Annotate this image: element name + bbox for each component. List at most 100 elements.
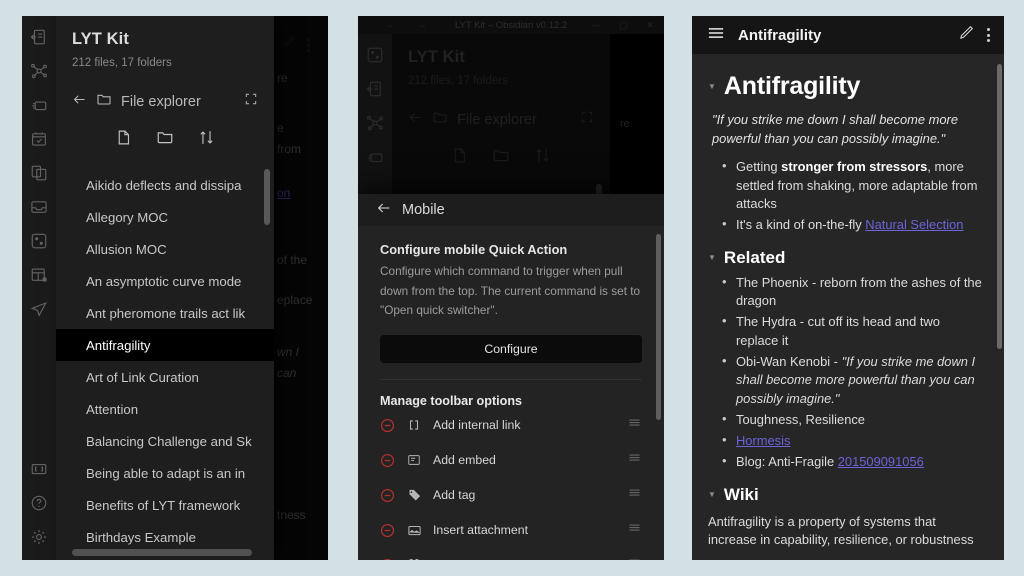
close-icon[interactable]: ✕ <box>646 20 654 31</box>
window-title: LYT Kit – Obsidian v0.12.2 <box>454 19 568 31</box>
copy-documents-icon[interactable] <box>30 164 48 182</box>
back-arrow-icon[interactable] <box>72 92 87 112</box>
settings-scrollbar[interactable] <box>656 234 661 421</box>
collapse-caret-icon[interactable]: ▼ <box>708 82 716 91</box>
expand-icon[interactable] <box>244 92 258 111</box>
cards-stack-icon[interactable] <box>366 148 384 166</box>
toolbar-option-row[interactable]: Add embed <box>380 443 642 478</box>
explorer-toolbar[interactable] <box>56 112 274 163</box>
file-list-hscrollbar[interactable] <box>72 549 252 556</box>
internal-link[interactable]: Hormesis <box>736 433 790 448</box>
internal-link[interactable]: Natural Selection <box>865 217 963 232</box>
window-controls[interactable]: — ▢ ✕ <box>592 20 654 31</box>
file-list[interactable]: Aikido deflects and dissipa Allegory MOC… <box>56 163 274 560</box>
toolbar-option-label: Toggle heading <box>433 558 616 560</box>
drag-handle-icon[interactable] <box>627 520 642 540</box>
new-note-icon[interactable] <box>115 129 132 151</box>
more-options-icon[interactable] <box>987 28 990 42</box>
toolbar-option-row[interactable]: Insert attachment <box>380 513 642 548</box>
inbox-tray-icon[interactable] <box>30 198 48 216</box>
screenshot-stage: re e from on of the eplace wn I can tnes… <box>0 0 1024 576</box>
quick-switcher-icon[interactable] <box>30 28 48 46</box>
nav-forward-icon[interactable]: → <box>418 20 428 31</box>
list-item[interactable]: Balancing Challenge and Sk <box>56 425 274 457</box>
table-grid-icon[interactable] <box>30 266 48 284</box>
drag-handle-icon[interactable] <box>627 485 642 505</box>
panel-mobile-settings: ← → LYT Kit – Obsidian v0.12.2 — ▢ ✕ LYT… <box>358 16 664 560</box>
list-item[interactable]: Attention <box>56 393 274 425</box>
file-explorer-row[interactable]: File explorer <box>56 69 274 112</box>
list-item-active[interactable]: Antifragility <box>56 329 274 361</box>
settings-body[interactable]: Configure mobile Quick Action Configure … <box>358 226 664 560</box>
heading-icon: H <box>406 557 422 560</box>
collapse-caret-icon[interactable]: ▼ <box>708 253 716 262</box>
list-item[interactable]: Benefits of LYT framework <box>56 489 274 521</box>
list-item[interactable]: An asymptotic curve mode <box>56 265 274 297</box>
remove-circle-icon[interactable] <box>380 488 395 503</box>
list-item[interactable]: Art of Link Curation <box>56 361 274 393</box>
calendar-check-icon[interactable] <box>30 130 48 148</box>
list-item: Blog: Anti-Fragile 201509091056 <box>722 452 984 471</box>
pencil-edit-icon <box>282 34 297 57</box>
note-title-row[interactable]: ▼ Antifragility <box>708 72 984 101</box>
quick-switcher-icon[interactable] <box>366 80 384 98</box>
note-content[interactable]: ▼ Antifragility "If you strike me down I… <box>692 54 1004 560</box>
toolbar-option-row[interactable]: Add tag <box>380 478 642 513</box>
vault-meta: 212 files, 17 folders <box>408 75 508 87</box>
backdrop-frag-3: on <box>277 185 291 200</box>
brackets-box-icon[interactable] <box>30 460 48 478</box>
collapse-caret-icon[interactable]: ▼ <box>708 490 716 499</box>
list-item[interactable]: Ant pheromone trails act lik <box>56 297 274 329</box>
list-item[interactable]: Being able to adapt is an in <box>56 457 274 489</box>
settings-gear-icon[interactable] <box>30 528 48 546</box>
backdrop-frag-0: re <box>277 71 288 85</box>
canvas-icon[interactable] <box>30 232 48 250</box>
graph-view-icon[interactable] <box>30 62 48 80</box>
remove-circle-icon[interactable] <box>380 418 395 433</box>
list-item: The Hydra - cut off its head and two rep… <box>722 312 984 350</box>
new-folder-icon[interactable] <box>156 128 174 151</box>
list-item[interactable]: Aikido deflects and dissipa <box>56 169 274 201</box>
sort-icon[interactable] <box>198 129 215 151</box>
maximize-icon[interactable]: ▢ <box>619 20 628 31</box>
pencil-edit-icon[interactable] <box>958 24 975 46</box>
list-item[interactable]: Allusion MOC <box>56 233 274 265</box>
drag-handle-icon[interactable] <box>627 450 642 470</box>
bullet-pre: Getting <box>736 159 782 175</box>
related-bullet-list: The Phoenix - reborn from the ashes of t… <box>722 273 984 472</box>
left-ribbon[interactable] <box>22 16 56 560</box>
drag-handle-icon[interactable] <box>627 415 642 435</box>
file-explorer-label: File explorer <box>121 93 201 110</box>
remove-circle-icon[interactable] <box>380 558 395 560</box>
internal-link[interactable]: 201509091056 <box>838 454 924 469</box>
configure-button[interactable]: Configure <box>380 334 642 363</box>
list-item[interactable]: Allegory MOC <box>56 201 274 233</box>
note-header-title: Antifragility <box>738 26 822 44</box>
canvas-icon[interactable] <box>366 46 384 64</box>
cards-stack-icon[interactable] <box>30 96 48 114</box>
settings-header[interactable]: Mobile <box>358 194 664 227</box>
note-scrollbar[interactable] <box>997 64 1002 349</box>
quick-action-heading: Configure mobile Quick Action <box>380 242 568 258</box>
settings-back-label: Mobile <box>402 202 445 219</box>
remove-circle-icon[interactable] <box>380 523 395 538</box>
send-plane-icon[interactable] <box>30 300 48 318</box>
related-heading-row[interactable]: ▼ Related <box>708 248 984 268</box>
toolbar-option-row[interactable]: Add internal link <box>380 408 642 443</box>
titlebar-nav[interactable]: ← → <box>386 20 427 31</box>
file-explorer-label: File explorer <box>457 111 537 128</box>
drag-handle-icon[interactable] <box>627 555 642 560</box>
wiki-heading-row[interactable]: ▼ Wiki <box>708 485 984 505</box>
remove-circle-icon[interactable] <box>380 453 395 468</box>
nav-back-icon[interactable]: ← <box>386 20 396 31</box>
toolbar-section-heading: Manage toolbar options <box>380 393 523 408</box>
mobile-note-header: Antifragility <box>692 16 1004 54</box>
file-list-scrollbar[interactable] <box>264 169 270 225</box>
hamburger-menu-icon[interactable] <box>706 23 726 48</box>
minimize-icon[interactable]: — <box>592 20 602 31</box>
back-arrow-icon[interactable] <box>376 200 392 220</box>
graph-view-icon[interactable] <box>366 114 384 132</box>
list-item: It's a kind of on-the-fly Natural Select… <box>722 215 984 234</box>
help-circle-icon[interactable] <box>30 494 48 512</box>
toolbar-option-row[interactable]: H Toggle heading <box>380 548 642 560</box>
